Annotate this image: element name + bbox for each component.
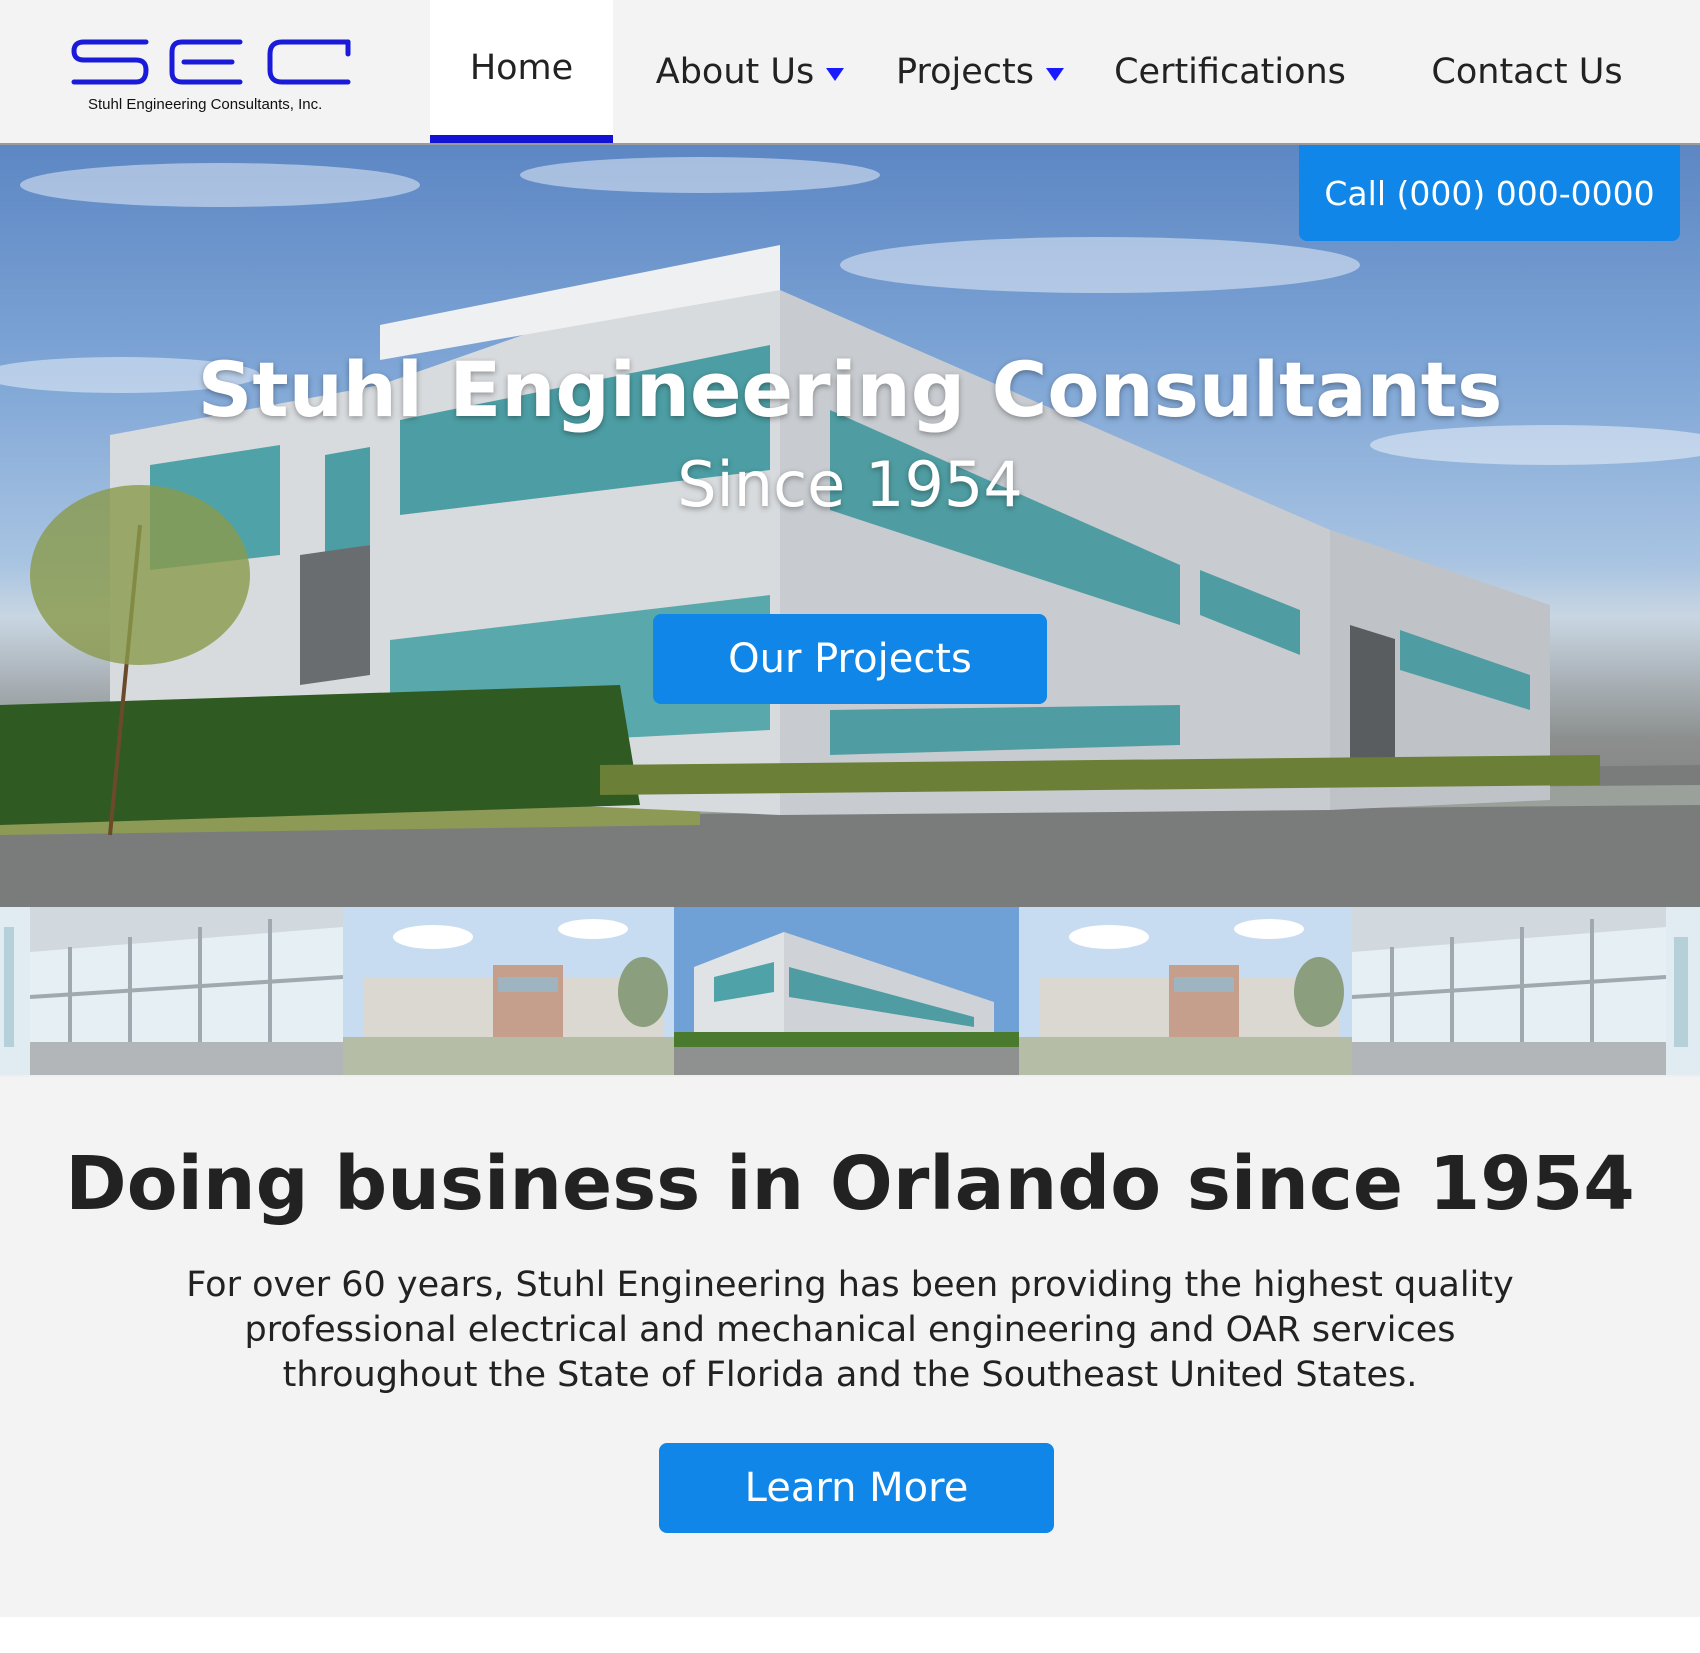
thumb-lobby-window[interactable] [30, 907, 343, 1075]
nav-contact-us-label: Contact Us [1431, 51, 1623, 92]
nav-certifications-label: Certifications [1114, 51, 1346, 92]
nav-contact-us[interactable]: Contact Us [1430, 0, 1624, 143]
thumb-veil [1019, 907, 1352, 1075]
thumb-round-building[interactable] [343, 907, 674, 1075]
nav-certifications[interactable]: Certifications [1114, 0, 1346, 143]
sec-logo-mark [71, 39, 351, 85]
thumb-partial-left[interactable] [0, 907, 30, 1075]
nav-projects-label: Projects [896, 51, 1034, 92]
caret-down-icon [1045, 68, 1064, 81]
thumb-round-building[interactable] [1019, 907, 1352, 1075]
thumb-veil [1666, 907, 1700, 1075]
about-description: For over 60 years, Stuhl Engineering has… [186, 1265, 1514, 1395]
call-button[interactable]: Call (000) 000-0000 [1299, 145, 1680, 241]
hero-banner: Call (000) 000-0000 Stuhl Engineering Co… [0, 145, 1700, 907]
thumb-veil [30, 907, 343, 1075]
caret-down-icon [826, 68, 845, 81]
thumb-veil [0, 907, 30, 1075]
thumb-office-building[interactable] [674, 907, 1019, 1075]
hero-subtitle: Since 1954 [677, 448, 1023, 521]
nav-home-label: Home [469, 47, 574, 88]
about-section: Doing business in Orlando since 1954 For… [0, 1077, 1700, 1617]
hero-building-image [0, 157, 1700, 907]
thumb-lobby-window[interactable] [1352, 907, 1666, 1075]
our-projects-button[interactable]: Our Projects [653, 614, 1047, 704]
nav-home[interactable]: Home [430, 0, 613, 143]
thumb-partial-right[interactable] [1666, 907, 1700, 1075]
learn-more-button[interactable]: Learn More [659, 1443, 1054, 1533]
nav-projects[interactable]: Projects [895, 0, 1065, 143]
project-thumbnail-strip [0, 907, 1700, 1077]
hero-title: Stuhl Engineering Consultants [197, 345, 1503, 434]
about-title: Doing business in Orlando since 1954 [65, 1141, 1635, 1227]
company-name: Stuhl Engineering Consultants, Inc. [88, 96, 323, 113]
top-navigation: Stuhl Engineering Consultants, Inc. Home… [0, 0, 1700, 145]
thumb-veil [1352, 907, 1666, 1075]
nav-about-us[interactable]: About Us [655, 0, 845, 143]
sec-logo[interactable]: Stuhl Engineering Consultants, Inc. [70, 38, 370, 118]
nav-about-us-label: About Us [655, 51, 815, 92]
thumb-veil [343, 907, 674, 1075]
